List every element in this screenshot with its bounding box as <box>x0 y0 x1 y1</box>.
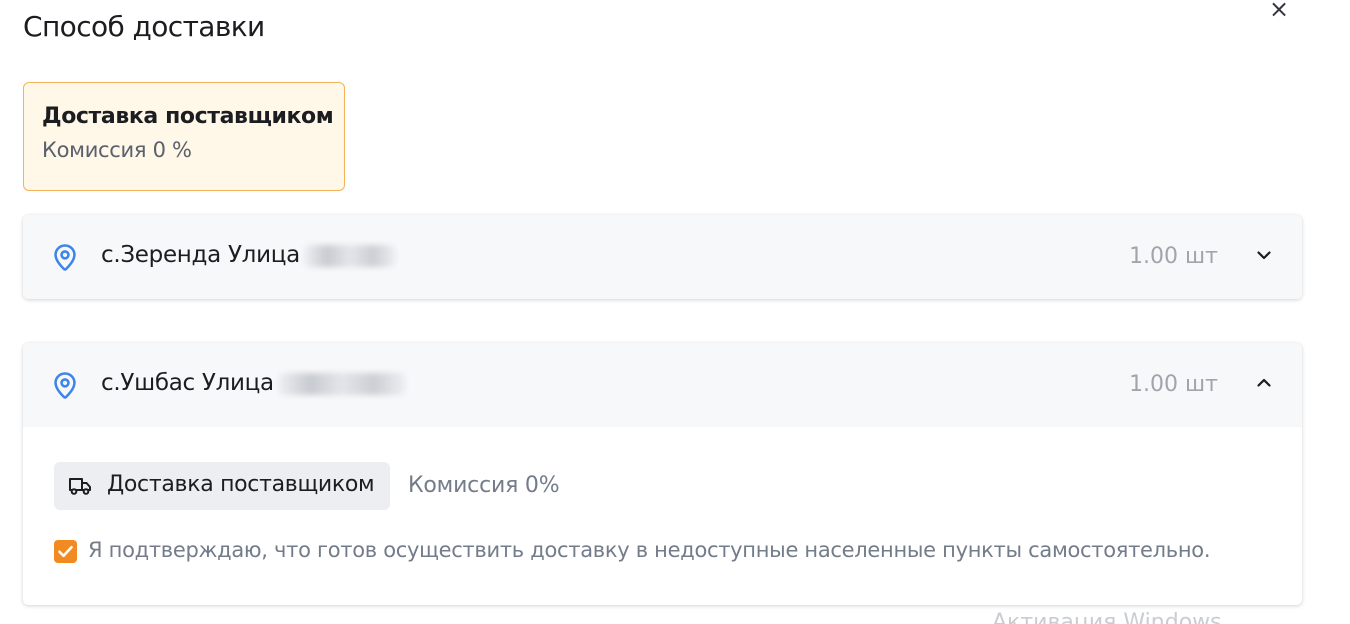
os-watermark: Активация Windows <box>992 610 1222 624</box>
method-title: Доставка поставщиком <box>42 104 334 129</box>
address-header[interactable]: с.Ушбас Улица 1.00 шт <box>23 343 1302 427</box>
delivery-option-chip[interactable]: Доставка поставщиком <box>54 462 390 510</box>
chevron-up-icon[interactable] <box>1254 373 1274 393</box>
delivery-commission: Комиссия 0% <box>408 473 560 498</box>
address-text: с.Зеренда Улица <box>101 242 396 268</box>
address-card: с.Ушбас Улица 1.00 шт Доставка поставщик… <box>23 343 1302 605</box>
address-details: Доставка поставщиком Комиссия 0% Я подтв… <box>23 427 1302 605</box>
checkmark-icon <box>58 545 73 558</box>
delivery-method-card[interactable]: Доставка поставщиком Комиссия 0 % <box>23 82 345 191</box>
map-pin-icon <box>54 244 76 271</box>
quantity: 1.00 шт <box>1129 244 1218 269</box>
close-icon[interactable]: × <box>1266 0 1292 22</box>
redacted-text <box>277 372 406 395</box>
truck-icon <box>69 478 91 495</box>
quantity: 1.00 шт <box>1129 372 1218 397</box>
address-text: с.Ушбас Улица <box>101 370 406 396</box>
address-header[interactable]: с.Зеренда Улица 1.00 шт <box>23 215 1302 299</box>
address-label: с.Ушбас Улица <box>101 370 274 396</box>
chevron-down-icon[interactable] <box>1254 245 1274 265</box>
address-card: с.Зеренда Улица 1.00 шт <box>23 215 1302 299</box>
method-commission: Комиссия 0 % <box>42 138 192 162</box>
map-pin-icon <box>54 372 76 399</box>
address-label: с.Зеренда Улица <box>101 242 300 268</box>
delivery-option-label: Доставка поставщиком <box>107 472 375 497</box>
confirm-checkbox[interactable] <box>54 540 77 563</box>
confirm-label[interactable]: Я подтверждаю, что готов осуществить дос… <box>88 538 1211 562</box>
redacted-text <box>303 244 396 267</box>
page-title: Способ доставки <box>23 10 265 43</box>
